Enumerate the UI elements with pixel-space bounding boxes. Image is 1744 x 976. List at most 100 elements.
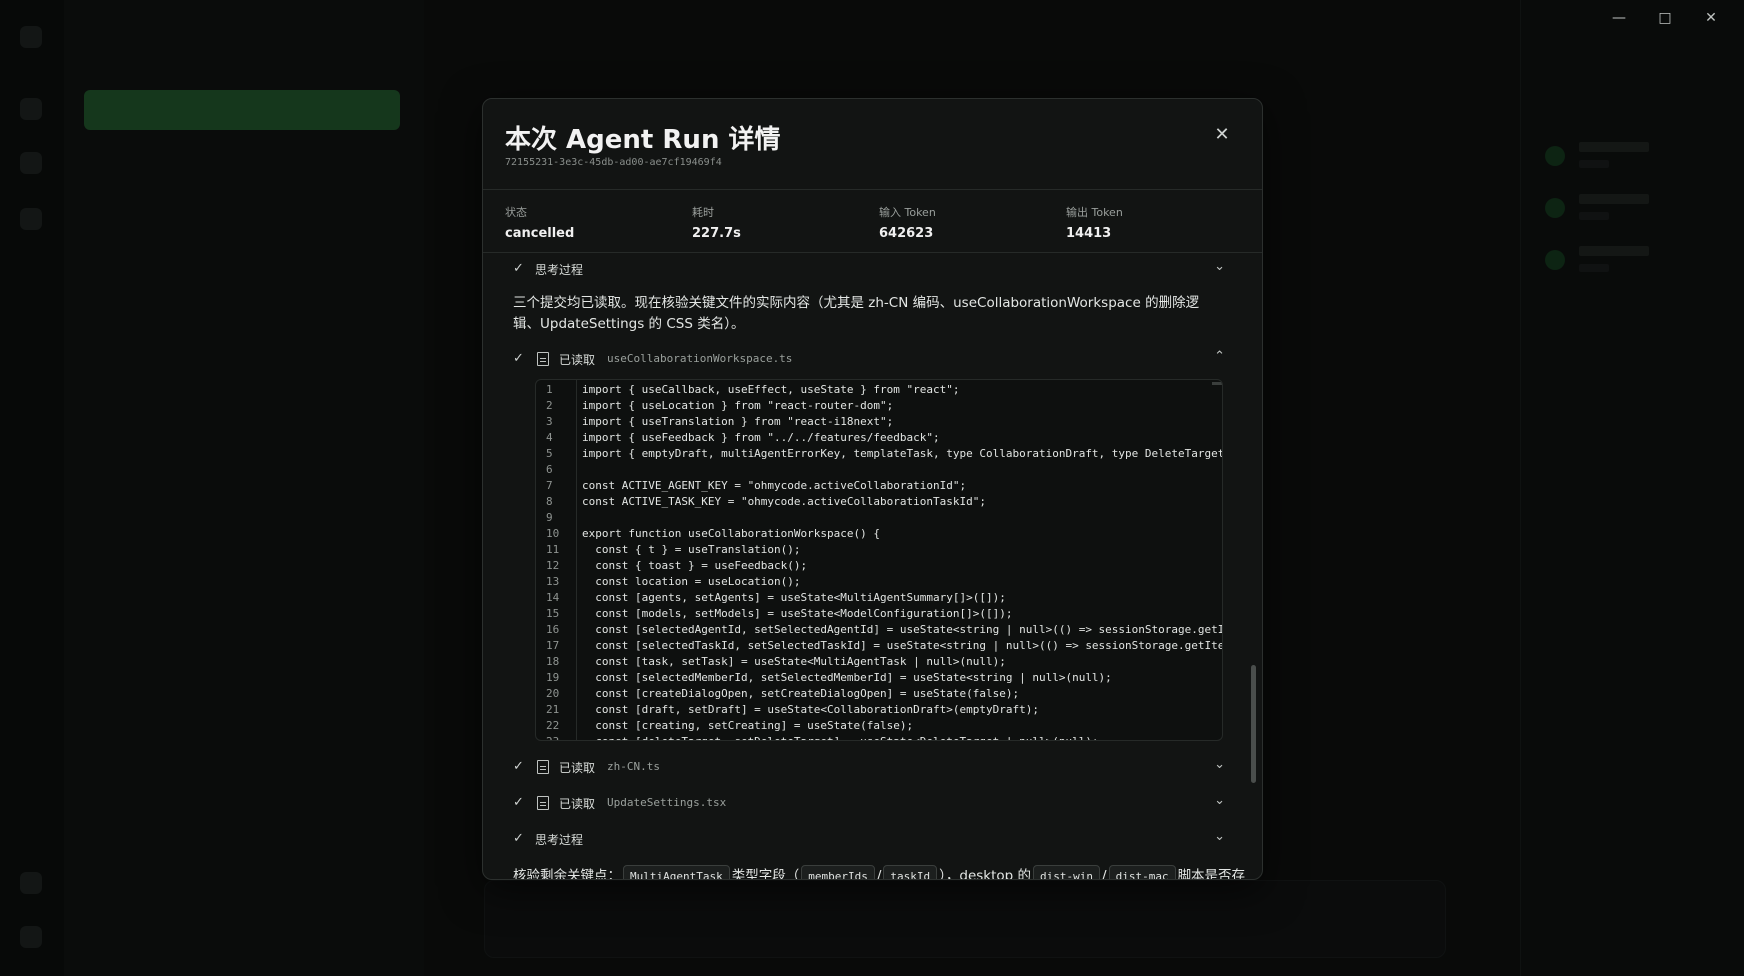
stat-status: 状态 cancelled (505, 204, 574, 241)
code-text: const [creating, setCreating] = useState… (582, 719, 914, 732)
stat-label: 状态 (505, 206, 527, 219)
assistant-message-partial: 核验剩余关键点： MultiAgentTask 类型字段（ memberIds / tas… (513, 865, 1245, 879)
line-number: 10 (546, 527, 560, 540)
modal-header: 本次 Agent Run 详情 72155231-3e3c-45db-ad00-… (483, 99, 1262, 190)
line-number: 8 (546, 495, 553, 508)
code-text: const ACTIVE_AGENT_KEY = "ohmycode.activ… (582, 479, 967, 492)
stat-value: 227.7s (692, 226, 741, 241)
code-text: const ACTIVE_TASK_KEY = "ohmycode.active… (582, 495, 986, 508)
code-text: const [createDialogOpen, setCreateDialog… (582, 687, 1020, 700)
inline-code: taskId (883, 865, 938, 879)
text-run: 脚本是否存 (1177, 868, 1246, 879)
chevron-down-icon[interactable]: ⌄ (1214, 793, 1225, 808)
line-number: 18 (546, 655, 560, 668)
line-number: 7 (546, 479, 553, 492)
step-label: 已读取 (559, 761, 596, 775)
read-step[interactable]: ✓ 已读取 useCollaborationWorkspace.ts ⌃ (513, 349, 1225, 371)
line-number: 17 (546, 639, 560, 652)
line-number: 22 (546, 719, 560, 732)
line-number: 5 (546, 447, 553, 460)
file-name: UpdateSettings.tsx (607, 796, 727, 809)
modal-title: 本次 Agent Run 详情 (505, 125, 781, 155)
code-text: const location = useLocation(); (582, 575, 801, 588)
agent-run-details-modal: 本次 Agent Run 详情 72155231-3e3c-45db-ad00-… (482, 98, 1263, 880)
code-text: import { useLocation } from "react-route… (582, 399, 894, 412)
assistant-message: 三个提交均已读取。现在核验关键文件的实际内容（尤其是 zh-CN 编码、useC… (513, 295, 1200, 332)
file-name: useCollaborationWorkspace.ts (607, 352, 793, 365)
stat-label: 输入 Token (879, 206, 936, 219)
code-text: const [draft, setDraft] = useState<Colla… (582, 703, 1039, 716)
chevron-down-icon[interactable]: ⌄ (1214, 829, 1225, 844)
stat-label: 耗时 (692, 206, 714, 219)
code-viewer[interactable]: 1 import { useCallback, useEffect, useSta… (535, 379, 1223, 741)
line-number: 19 (546, 671, 560, 684)
code-text: import { useTranslation } from "react-i1… (582, 415, 894, 428)
line-number: 15 (546, 607, 560, 620)
line-number: 20 (546, 687, 560, 700)
line-number: 23 (546, 734, 570, 740)
code-text: const [models, setModels] = useState<Mod… (582, 607, 1013, 620)
code-text: const [selectedMemberId, setSelectedMemb… (582, 671, 1112, 684)
text-run: ，desktop 的 (945, 868, 1032, 879)
code-text: import { useCallback, useEffect, useStat… (582, 383, 960, 396)
close-window-icon[interactable]: ✕ (1688, 6, 1734, 30)
check-icon: ✓ (513, 759, 524, 774)
line-number: 13 (546, 575, 560, 588)
line-number: 11 (546, 543, 560, 556)
line-number: 12 (546, 559, 560, 572)
inline-code: MultiAgentTask (623, 865, 730, 879)
line-number: 14 (546, 591, 560, 604)
close-icon[interactable]: ✕ (1210, 123, 1234, 147)
line-number: 16 (546, 623, 560, 636)
file-icon (537, 760, 549, 774)
maximize-icon[interactable]: □ (1642, 6, 1688, 30)
scrollbar-thumb[interactable] (1251, 665, 1256, 783)
stat-value: cancelled (505, 226, 575, 241)
code-text: const [deleteTarget, setDeleteTarget] = … (582, 734, 1098, 740)
run-id: 72155231-3e3c-45db-ad00-ae7cf19469f4 (505, 157, 722, 168)
check-icon: ✓ (513, 261, 524, 276)
inline-code: dist-mac (1108, 865, 1176, 879)
chevron-down-icon[interactable]: ⌄ (1214, 757, 1225, 772)
step-label: 思考过程 (535, 833, 584, 847)
text-run: 核验剩余关键点： (513, 868, 621, 879)
chevron-down-icon[interactable]: ⌄ (1214, 259, 1225, 274)
line-number: 2 (546, 399, 553, 412)
stat-value: 14413 (1066, 226, 1112, 241)
code-text: const { t } = useTranslation(); (582, 543, 801, 556)
line-number: 6 (546, 463, 553, 476)
thinking-step[interactable]: ✓ 思考过程 ⌄ (513, 829, 1225, 851)
read-step[interactable]: ✓ 已读取 UpdateSettings.tsx ⌄ (513, 793, 1225, 815)
minimize-icon[interactable]: — (1596, 6, 1642, 30)
code-scroll-indicator (1212, 382, 1222, 385)
check-icon: ✓ (513, 795, 524, 810)
modal-scrollbar[interactable] (1251, 253, 1257, 873)
window-controls: — □ ✕ (1596, 6, 1734, 30)
step-label: 思考过程 (535, 263, 584, 277)
read-step[interactable]: ✓ 已读取 zh-CN.ts ⌄ (513, 757, 1225, 779)
line-number: 9 (546, 511, 553, 524)
code-text: import { emptyDraft, multiAgentErrorKey,… (582, 447, 1223, 460)
step-label: 已读取 (559, 353, 596, 367)
stat-label: 输出 Token (1066, 206, 1123, 219)
file-icon (537, 352, 549, 366)
line-number: 3 (546, 415, 553, 428)
inline-code: dist-win (1033, 865, 1101, 879)
code-text: const [selectedTaskId, setSelectedTaskId… (582, 639, 1223, 652)
check-icon: ✓ (513, 351, 524, 366)
code-text: export function useCollaborationWorkspac… (582, 527, 881, 540)
thinking-step[interactable]: ✓ 思考过程 ⌄ (513, 259, 1225, 281)
line-number: 1 (546, 383, 553, 396)
code-text: const [task, setTask] = useState<MultiAg… (582, 655, 1006, 668)
chevron-up-icon[interactable]: ⌃ (1214, 349, 1225, 364)
code-text: const { toast } = useFeedback(); (582, 559, 808, 572)
file-icon (537, 796, 549, 810)
step-label: 已读取 (559, 797, 596, 811)
modal-body: ✓ 思考过程 ⌄ 三个提交均已读取。现在核验关键文件的实际内容（尤其是 zh-C… (483, 253, 1262, 879)
stats-bar: 状态 cancelled 耗时 227.7s 输入 Token 642623 输… (483, 190, 1262, 253)
stat-output-tokens: 输出 Token 14413 (1066, 204, 1123, 241)
code-text: import { useFeedback } from "../../featu… (582, 431, 940, 444)
text-run: 类型字段 (731, 868, 786, 879)
line-number: 4 (546, 431, 553, 444)
line-number: 21 (546, 703, 560, 716)
